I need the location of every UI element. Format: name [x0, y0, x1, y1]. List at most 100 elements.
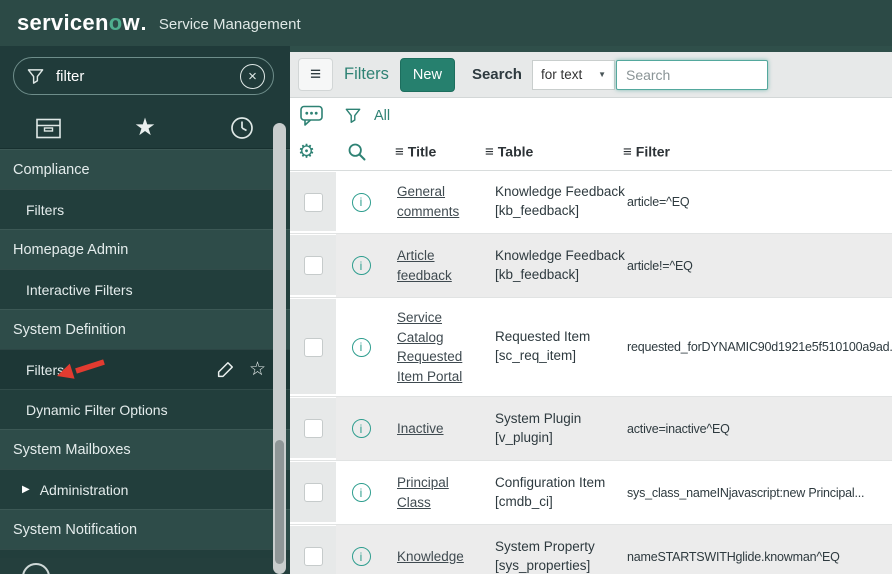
row-title-cell: Knowledge [386, 525, 482, 574]
row-info-cell: i [336, 234, 386, 297]
record-link[interactable]: Article feedback [397, 246, 476, 285]
table-row: i Article feedback Knowledge Feedback [k… [290, 233, 892, 297]
row-select-cell [290, 298, 336, 397]
row-title-cell: Inactive [386, 397, 482, 460]
sidebar-item-label: Administration [39, 481, 129, 498]
sidebar-item-label: Homepage Admin [13, 241, 129, 258]
list-rows: i General comments Knowledge Feedback [k… [290, 171, 892, 574]
row-select-cell [290, 234, 336, 297]
record-link[interactable]: General comments [397, 182, 476, 221]
nav-filter-input[interactable] [54, 66, 240, 86]
record-link[interactable]: Principal Class [397, 473, 476, 512]
table-code: [kb_feedback] [495, 266, 580, 282]
search-magnifier-icon[interactable] [347, 142, 367, 162]
filter-condition: article=^EQ [627, 195, 690, 209]
row-checkbox[interactable] [303, 483, 323, 503]
sidebar-nav-item[interactable]: ▶ Administration ☆ [0, 469, 290, 509]
record-link[interactable]: Inactive [397, 419, 444, 439]
table-code: [kb_feedback] [495, 203, 580, 218]
sidebar-nav-item[interactable]: ▶ System Definition ☆ [0, 309, 290, 349]
expand-triangle-icon[interactable]: ▶ [22, 484, 30, 495]
nav-tabs: ★ [0, 108, 290, 149]
personalize-gear-icon[interactable]: ⚙ [298, 141, 315, 164]
servicenow-logo-text: servicenow [17, 12, 145, 34]
sidebar-item-label: Interactive Filters [26, 281, 133, 298]
nav-filter-searchbox[interactable]: × [13, 57, 274, 95]
row-select-cell [290, 171, 336, 233]
list-search-input[interactable] [615, 59, 768, 90]
record-preview-info-icon[interactable]: i [351, 192, 371, 212]
table-label: Configuration Item [495, 474, 606, 490]
nav-search-area: × [0, 46, 290, 108]
list-toolbar: ≡ Filters New Search for text ▼ [290, 52, 892, 98]
column-header-filter[interactable]: ≡ Filter [623, 144, 670, 161]
row-filter-cell: requested_forDYNAMIC90d1921e5f510100a9ad… [620, 298, 892, 396]
search-scope-value: for text [540, 67, 583, 82]
edit-pencil-icon[interactable] [216, 360, 235, 379]
record-link[interactable]: Knowledge [397, 547, 464, 567]
sidebar-nav-item[interactable]: ▶ System Notification ☆ [0, 509, 290, 549]
row-table-cell: System Property [sys_properties] [482, 525, 620, 574]
table-row: i Service Catalog Requested Item Portal … [290, 297, 892, 397]
row-table-cell: Requested Item [sc_req_item] [482, 298, 620, 396]
column-menu-icon: ≡ [623, 143, 632, 161]
record-preview-info-icon[interactable]: i [351, 483, 371, 503]
row-title-cell: Article feedback [386, 234, 482, 297]
tab-favorites[interactable]: ★ [97, 108, 194, 148]
comments-bubble-icon[interactable] [300, 105, 324, 127]
row-table-cell: Knowledge Feedback [kb_feedback] [482, 234, 625, 297]
column-menu-icon: ≡ [485, 143, 494, 161]
record-preview-info-icon[interactable]: i [351, 419, 371, 439]
sidebar-nav-item[interactable]: ▶ Compliance ☆ [0, 149, 290, 189]
sidebar-nav-item[interactable]: ▶ Filters ☆ [0, 349, 290, 389]
breadcrumb-funnel-icon[interactable] [345, 107, 361, 125]
row-filter-cell: sys_class_nameINjavascript:new Principal… [620, 461, 892, 524]
row-title-cell: Service Catalog Requested Item Portal [386, 298, 482, 396]
column-header-title[interactable]: ≡ Title [395, 144, 436, 161]
sidebar-item-label: System Mailboxes [13, 441, 131, 458]
filter-condition: sys_class_nameINjavascript:new Principal… [627, 485, 865, 500]
row-checkbox[interactable] [303, 256, 323, 275]
sidebar-item-label: System Definition [13, 321, 126, 338]
tab-all-applications[interactable] [0, 108, 97, 148]
sidebar-scrollbar-thumb[interactable] [275, 440, 284, 564]
servicenow-window: servicenow Service Management × [0, 0, 892, 574]
table-label: System Plugin [495, 410, 582, 426]
clock-icon [230, 117, 253, 139]
row-checkbox[interactable] [303, 337, 323, 357]
clear-search-icon[interactable]: × [240, 63, 265, 89]
new-record-button[interactable]: New [399, 57, 455, 92]
row-title-cell: General comments [386, 171, 482, 233]
row-checkbox[interactable] [303, 419, 323, 439]
sidebar-nav-item[interactable]: ▶ Dynamic Filter Options ☆ [0, 389, 290, 429]
table-row: i Inactive System Plugin [v_plugin] acti… [290, 396, 892, 461]
sidebar-nav-item[interactable]: ▶ System Mailboxes ☆ [0, 429, 290, 469]
sidebar-nav: ▶ Compliance ☆ ▶ Filters ☆ ▶ Homepage Ad… [0, 149, 290, 574]
table-code: [v_plugin] [495, 429, 553, 445]
row-title-cell: Principal Class [386, 461, 482, 524]
search-scope-select[interactable]: for text ▼ [531, 59, 615, 90]
row-checkbox[interactable] [303, 192, 323, 212]
record-preview-info-icon[interactable]: i [351, 337, 371, 357]
favorite-star-outline-icon[interactable]: ☆ [249, 360, 266, 379]
record-preview-info-icon[interactable]: i [351, 256, 371, 275]
sidebar-nav-item[interactable]: ▶ Homepage Admin ☆ [0, 229, 290, 269]
table-label: System Property [495, 538, 595, 554]
sidebar-scrollbar-track[interactable] [273, 123, 286, 574]
sidebar-item-label: Dynamic Filter Options [26, 401, 168, 418]
sidebar-nav-item[interactable]: ▶ Interactive Filters ☆ [0, 269, 290, 309]
row-checkbox[interactable] [303, 547, 323, 567]
hamburger-icon: ≡ [309, 63, 322, 85]
record-preview-info-icon[interactable]: i [351, 547, 371, 567]
breadcrumb-all-link[interactable]: All [374, 108, 390, 124]
archive-box-icon [36, 118, 61, 139]
help-circle-icon[interactable] [22, 563, 50, 574]
row-filter-cell: active=inactive^EQ [620, 397, 892, 460]
list-menu-button[interactable]: ≡ [298, 58, 333, 91]
row-select-cell [290, 397, 336, 461]
record-link[interactable]: Service Catalog Requested Item Portal [397, 308, 476, 386]
sidebar-nav-item[interactable]: ▶ Filters ☆ [0, 189, 290, 229]
annotation-arrow-icon [57, 359, 105, 379]
column-header-table[interactable]: ≡ Table [485, 144, 533, 161]
chevron-down-icon: ▼ [598, 70, 606, 79]
